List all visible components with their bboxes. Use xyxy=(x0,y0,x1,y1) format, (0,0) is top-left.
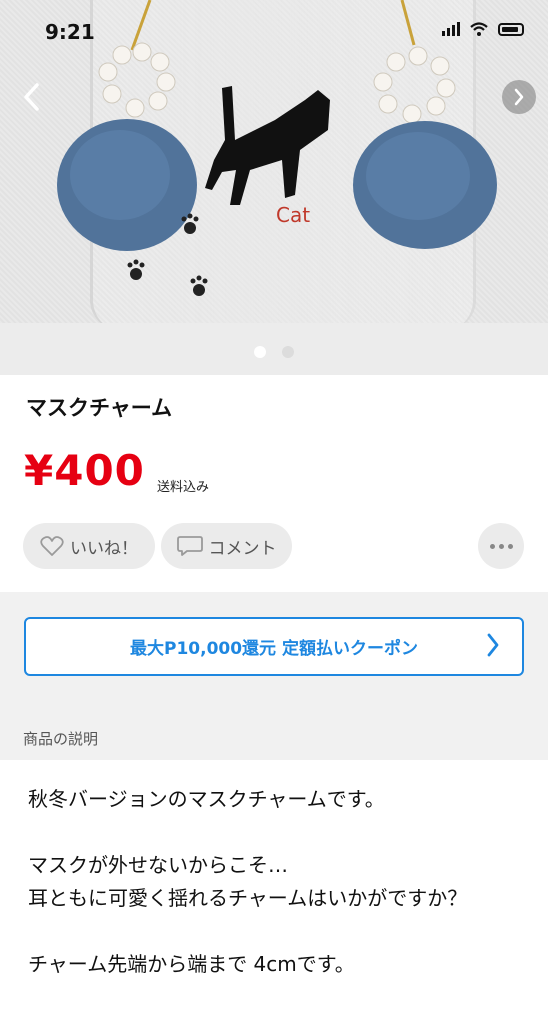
pagination-dots xyxy=(0,346,548,358)
chevron-left-icon xyxy=(24,83,39,111)
product-title: マスクチャーム xyxy=(26,396,173,420)
signal-icon xyxy=(442,22,460,36)
description-line: マスクが外せないからこそ… xyxy=(28,853,288,877)
description-line: チャーム先端から端まで 4cmです。 xyxy=(28,952,355,976)
comment-label: コメント xyxy=(208,538,277,559)
status-bar: 9:21 xyxy=(0,0,548,58)
chevron-right-icon xyxy=(487,633,499,657)
more-dot-icon xyxy=(498,543,504,549)
page-dot[interactable] xyxy=(282,346,294,358)
cat-label: Cat xyxy=(276,203,310,227)
page-dot-active[interactable] xyxy=(254,346,266,358)
product-price: ¥400 xyxy=(24,446,145,495)
coupon-banner[interactable]: 最大P10,000還元 定額払いクーポン xyxy=(24,617,524,676)
heart-icon xyxy=(40,536,64,556)
next-image-button[interactable] xyxy=(502,80,536,114)
more-dot-icon xyxy=(489,543,495,549)
status-icons xyxy=(442,22,524,36)
coupon-label: 最大P10,000還元 定額払いクーポン xyxy=(130,639,418,659)
product-image[interactable]: Cat 9:21 xyxy=(0,0,548,323)
status-time: 9:21 xyxy=(45,20,95,44)
description-line: 秋冬バージョンのマスクチャームです。 xyxy=(28,787,385,811)
battery-icon xyxy=(498,22,524,36)
comment-icon xyxy=(176,536,203,556)
more-options-button[interactable] xyxy=(478,523,524,569)
chevron-right-icon xyxy=(514,88,524,106)
shipping-note: 送料込み xyxy=(157,480,210,495)
like-label: いいね！ xyxy=(70,538,138,559)
previous-image-button[interactable] xyxy=(14,80,48,114)
more-dot-icon xyxy=(507,543,513,549)
comment-button[interactable]: コメント xyxy=(161,523,292,569)
description-line: 耳ともに可愛く揺れるチャームはいかがですか？ xyxy=(28,886,468,910)
product-description: 秋冬バージョンのマスクチャームです。 マスクが外せないからこそ… 耳ともに可愛く… xyxy=(28,783,528,981)
wifi-icon xyxy=(470,22,488,36)
description-heading: 商品の説明 xyxy=(23,730,99,748)
like-button[interactable]: いいね！ xyxy=(23,523,155,569)
